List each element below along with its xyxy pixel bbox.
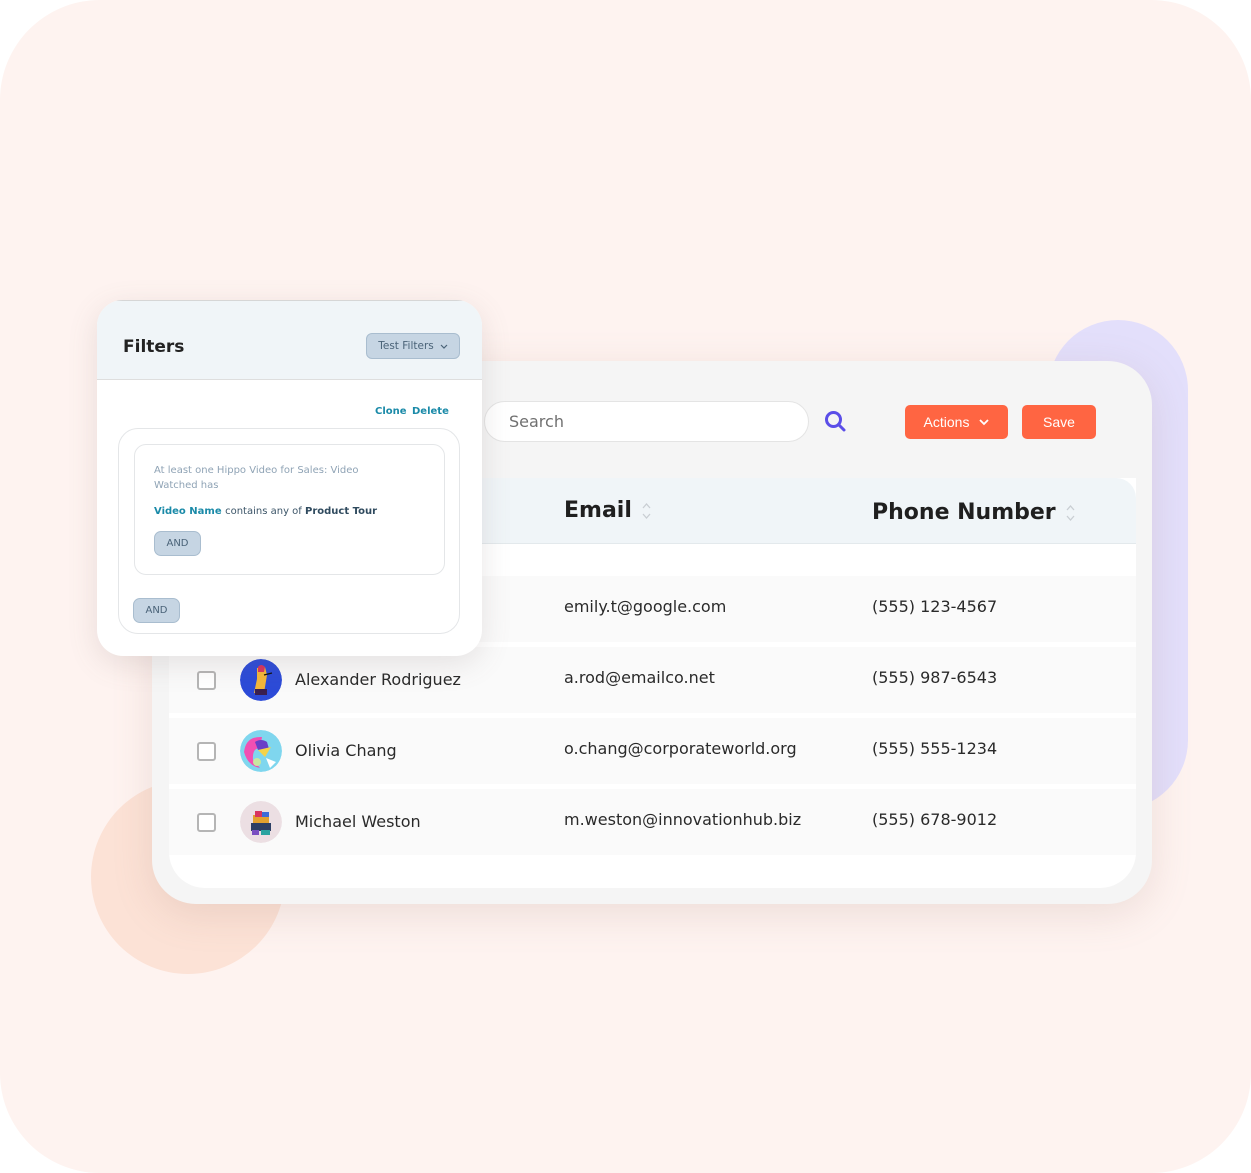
column-header-email[interactable]: Email bbox=[564, 498, 651, 523]
delete-link[interactable]: Delete bbox=[412, 406, 449, 417]
column-header-phone[interactable]: Phone Number bbox=[872, 500, 1075, 525]
save-label: Save bbox=[1043, 414, 1075, 430]
rule-field[interactable]: Video Name bbox=[154, 506, 225, 517]
table-row[interactable]: Olivia Chang o.chang@corporateworld.org … bbox=[169, 718, 1136, 784]
condition-rule: Video Name contains any of Product Tour bbox=[154, 506, 377, 517]
email-cell: o.chang@corporateworld.org bbox=[564, 739, 797, 758]
phone-cell: (555) 678-9012 bbox=[872, 810, 998, 829]
add-and-group-button[interactable]: AND bbox=[133, 598, 180, 623]
avatar bbox=[240, 801, 282, 843]
row-checkbox[interactable] bbox=[197, 671, 216, 690]
avatar bbox=[240, 730, 282, 772]
table-row[interactable]: Alexander Rodriguez a.rod@emailco.net (5… bbox=[169, 647, 1136, 713]
email-cell: m.weston@innovationhub.biz bbox=[564, 810, 802, 829]
row-checkbox[interactable] bbox=[197, 813, 216, 832]
test-filters-dropdown[interactable]: Test Filters bbox=[366, 333, 460, 359]
filter-group: At least one Hippo Video for Sales: Vide… bbox=[118, 428, 460, 634]
search-input[interactable] bbox=[509, 412, 808, 431]
clone-link[interactable]: Clone bbox=[375, 406, 407, 417]
table-row[interactable]: Michael Weston m.weston@innovationhub.bi… bbox=[169, 789, 1136, 855]
chevron-down-icon bbox=[440, 344, 448, 349]
row-checkbox[interactable] bbox=[197, 742, 216, 761]
actions-label: Actions bbox=[923, 414, 970, 430]
add-and-condition-button[interactable]: AND bbox=[154, 531, 201, 556]
contact-name: Olivia Chang bbox=[295, 741, 397, 760]
sort-icon[interactable] bbox=[642, 502, 651, 520]
sort-icon[interactable] bbox=[1066, 504, 1075, 522]
filters-panel: Filters Test Filters Clone Delete At lea… bbox=[97, 300, 482, 656]
avatar bbox=[240, 659, 282, 701]
search-field[interactable] bbox=[484, 401, 809, 442]
filters-title: Filters bbox=[123, 337, 185, 357]
search-icon[interactable] bbox=[823, 409, 847, 433]
contact-name: Alexander Rodriguez bbox=[295, 670, 461, 689]
phone-cell: (555) 123-4567 bbox=[872, 597, 998, 616]
chevron-down-icon bbox=[979, 418, 990, 425]
email-cell: emily.t@google.com bbox=[564, 597, 727, 616]
phone-cell: (555) 555-1234 bbox=[872, 739, 998, 758]
rule-value[interactable]: Product Tour bbox=[305, 506, 377, 517]
condition-description: At least one Hippo Video for Sales: Vide… bbox=[154, 465, 359, 491]
filters-header: Filters Test Filters bbox=[97, 300, 482, 380]
filter-condition: At least one Hippo Video for Sales: Vide… bbox=[134, 444, 445, 575]
phone-cell: (555) 987-6543 bbox=[872, 668, 998, 687]
actions-button[interactable]: Actions bbox=[905, 405, 1008, 439]
email-cell: a.rod@emailco.net bbox=[564, 668, 715, 687]
contact-name: Michael Weston bbox=[295, 812, 421, 831]
rule-operator[interactable]: contains any of bbox=[225, 506, 305, 517]
save-button[interactable]: Save bbox=[1022, 405, 1096, 439]
